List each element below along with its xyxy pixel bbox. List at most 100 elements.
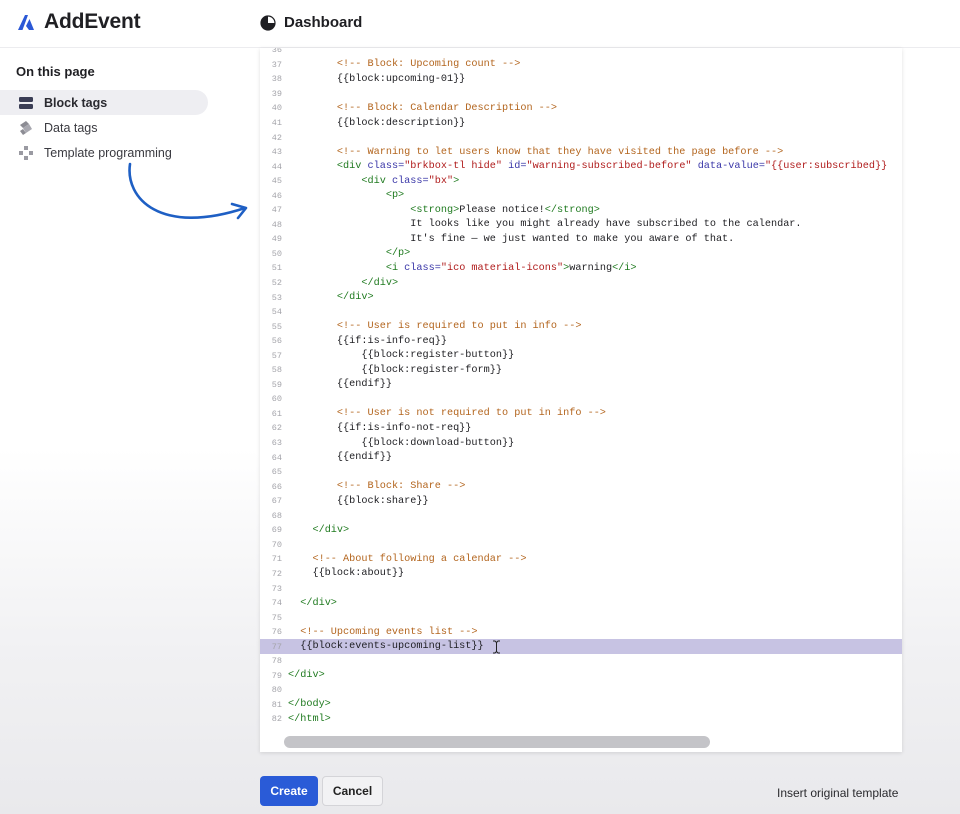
code-token: class= (391, 175, 429, 187)
code-line[interactable]: 67 {{block:share}} (260, 494, 902, 509)
annotation-arrow (128, 162, 248, 220)
code-line[interactable]: 64 {{endif}} (260, 450, 902, 465)
line-number: 77 (271, 641, 282, 652)
code-line[interactable]: 57 {{block:register-button}} (260, 348, 902, 363)
code-line[interactable]: 73 (260, 581, 902, 596)
code-token: <div (361, 175, 392, 187)
code-line[interactable]: 77 {{block:events-upcoming-list}} (260, 639, 902, 654)
code-line[interactable]: 36 (260, 48, 902, 58)
line-number: 78 (271, 656, 282, 667)
code-line[interactable]: 48 It looks like you might already have … (260, 218, 902, 233)
code-line[interactable]: 82 </html> (260, 712, 902, 727)
code-line[interactable]: 40 <!-- Block: Calendar Description --> (260, 101, 902, 116)
scrollbar-thumb[interactable] (284, 736, 710, 748)
code-line[interactable]: 41 {{block:description}} (260, 116, 902, 131)
code-lines[interactable]: 36 37 <!-- Block: Upcoming count --> 38 {{… (260, 48, 902, 727)
line-number: 59 (271, 379, 282, 390)
code-token: Please notice! (459, 204, 545, 216)
code-line[interactable]: 44 <div class="brkbox-tl hide" id="warni… (260, 159, 902, 174)
code-line[interactable]: 72 {{block:about}} (260, 567, 902, 582)
code-line[interactable]: 53 </div> (260, 290, 902, 305)
block-tags-icon (19, 96, 33, 109)
code-token: </strong> (544, 204, 600, 216)
code-line[interactable]: 66 <!-- Block: Share --> (260, 479, 902, 494)
code-line[interactable]: 39 (260, 87, 902, 102)
code-line[interactable]: 71 <!-- About following a calendar --> (260, 552, 902, 567)
line-number: 36 (271, 48, 282, 56)
code-line[interactable]: 63 {{block:download-button}} (260, 436, 902, 451)
code-editor[interactable]: 36 37 <!-- Block: Upcoming count --> 38 {{… (260, 48, 902, 752)
code-token: id= (508, 161, 527, 173)
sidebar-item-block-tags[interactable]: Block tags (0, 90, 208, 115)
create-button[interactable]: Create (260, 776, 318, 806)
code-line[interactable]: 70 (260, 538, 902, 553)
code-line[interactable]: 55 <!-- User is required to put in info … (260, 319, 902, 334)
code-line[interactable]: 59 {{endif}} (260, 378, 902, 393)
code-line[interactable]: 51 <i class="ico material-icons">warning… (260, 261, 902, 276)
code-line[interactable]: 38 {{block:upcoming-01}} (260, 72, 902, 87)
line-text: {{if:is-info-req}} (288, 336, 447, 347)
sidebar-item-data-tags[interactable]: Data tags (0, 115, 208, 140)
line-text: {{if:is-info-not-req}} (288, 423, 472, 434)
code-line[interactable]: 79 </div> (260, 669, 902, 684)
line-text: {{block:upcoming-01}} (288, 74, 465, 85)
code-token: </div> (361, 277, 399, 289)
code-token: warning (569, 262, 613, 274)
code-line[interactable]: 52 </div> (260, 276, 902, 291)
code-line[interactable]: 47 <strong>Please notice!</strong> (260, 203, 902, 218)
code-line[interactable]: 54 (260, 305, 902, 320)
addevent-logo-icon (18, 15, 34, 30)
code-token: </i> (612, 262, 637, 274)
code-line[interactable]: 37 <!-- Block: Upcoming count --> (260, 58, 902, 73)
code-line[interactable]: 46 <p> (260, 188, 902, 203)
code-line[interactable]: 43 <!-- Warning to let users know that t… (260, 145, 902, 160)
line-number: 63 (271, 438, 282, 449)
code-token: <!-- Block: Calendar Description --> (336, 102, 558, 114)
code-line[interactable]: 45 <div class="bx"> (260, 174, 902, 189)
line-number: 42 (271, 132, 282, 143)
cancel-button[interactable]: Cancel (322, 776, 383, 806)
line-number: 71 (271, 554, 282, 565)
code-line[interactable]: 78 (260, 654, 902, 669)
code-line[interactable]: 74 </div> (260, 596, 902, 611)
line-text: </p> (288, 248, 410, 259)
code-line[interactable]: 42 (260, 130, 902, 145)
code-line[interactable]: 56 {{if:is-info-req}} (260, 334, 902, 349)
line-number: 81 (271, 699, 282, 710)
line-number: 53 (271, 292, 282, 303)
code-token: {{block:upcoming-01}} (288, 73, 466, 85)
line-text: {{block:about}} (288, 568, 404, 579)
code-line[interactable]: 68 (260, 509, 902, 524)
nav-dashboard[interactable]: Dashboard (260, 14, 362, 31)
horizontal-scrollbar[interactable] (260, 732, 902, 752)
code-line[interactable]: 60 (260, 392, 902, 407)
code-line[interactable]: 80 (260, 683, 902, 698)
line-number: 76 (271, 627, 282, 638)
code-token: class= (404, 262, 441, 274)
code-token: {{block:share}} (288, 495, 429, 507)
code-token: <!-- About following a calendar --> (312, 553, 527, 565)
line-text: {{block:description}} (288, 118, 465, 129)
code-line[interactable]: 61 <!-- User is not required to put in i… (260, 407, 902, 422)
line-text: </div> (288, 670, 325, 681)
code-token: </div> (336, 292, 374, 304)
code-line[interactable]: 81 </body> (260, 698, 902, 713)
code-line[interactable]: 50 </p> (260, 247, 902, 262)
code-line[interactable]: 65 (260, 465, 902, 480)
code-line[interactable]: 62 {{if:is-info-not-req}} (260, 421, 902, 436)
code-token: <!-- Block: Share --> (336, 481, 466, 493)
insert-original-template-link[interactable]: Insert original template (777, 786, 898, 800)
brand[interactable]: AddEvent (16, 10, 141, 34)
code-line[interactable]: 49 It's fine — we just wanted to make yo… (260, 232, 902, 247)
code-line[interactable]: 76 <!-- Upcoming events list --> (260, 625, 902, 640)
code-line[interactable]: 58 {{block:register-form}} (260, 363, 902, 378)
line-text: </div> (288, 598, 337, 609)
code-line[interactable]: 69 </div> (260, 523, 902, 538)
code-line[interactable]: 75 (260, 610, 902, 625)
